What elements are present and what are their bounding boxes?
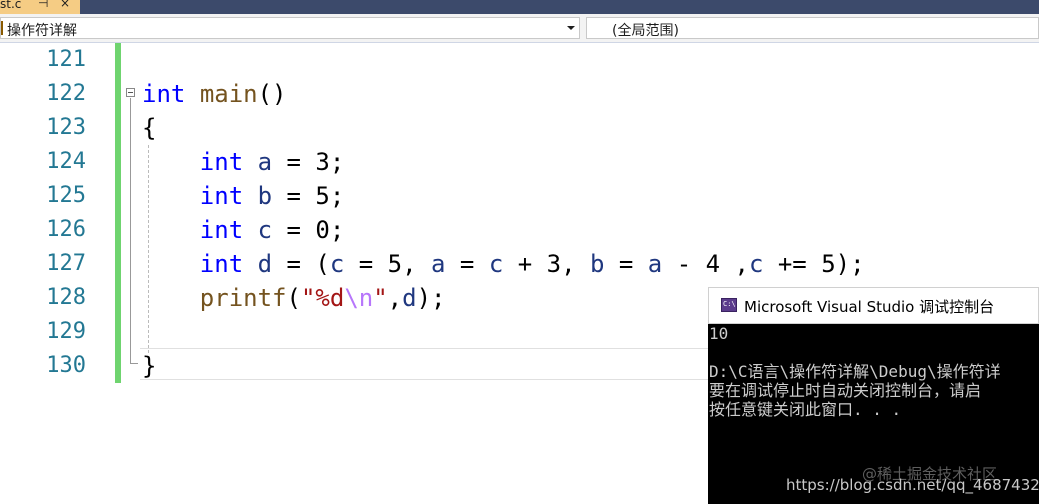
line-number: 128 xyxy=(46,285,86,310)
chevron-down-icon[interactable] xyxy=(567,26,575,30)
project-dropdown[interactable]: 操作符详解 xyxy=(0,17,580,39)
keyword: int xyxy=(199,148,244,176)
fold-guide xyxy=(130,98,131,363)
console-line: 10 xyxy=(709,324,729,343)
string-literal: " xyxy=(373,284,388,312)
variable: d xyxy=(257,250,273,278)
keyword: int xyxy=(199,250,244,278)
code-line-122[interactable]: int main() xyxy=(142,77,287,111)
variable: a xyxy=(647,250,663,278)
console-output: 10 D:\C语言\操作符详解\Debug\操作符详 要在调试停止时自动关闭控制台… xyxy=(709,324,1039,419)
code-text: () xyxy=(257,80,287,108)
keyword: int xyxy=(199,216,244,244)
string-literal: "%d xyxy=(300,284,345,312)
code-text: { xyxy=(142,114,157,142)
console-titlebar[interactable]: Microsoft Visual Studio 调试控制台 xyxy=(708,287,1039,324)
code-line-125[interactable]: int b = 5; xyxy=(142,179,345,213)
code-text: = 5; xyxy=(272,182,345,210)
change-tracking-bar xyxy=(115,43,121,383)
code-text: = xyxy=(445,250,489,278)
function-name: main xyxy=(199,80,258,108)
console-title: Microsoft Visual Studio 调试控制台 xyxy=(744,298,995,316)
code-text: ); xyxy=(416,284,446,312)
variable: c xyxy=(488,250,504,278)
scope-dropdown[interactable]: (全局范围) xyxy=(586,17,1039,39)
pin-icon[interactable]: ⊣ xyxy=(38,0,48,9)
line-number: 129 xyxy=(46,319,86,344)
line-number: 121 xyxy=(46,47,86,72)
code-text: - 4 , xyxy=(662,250,749,278)
keyword: int xyxy=(142,80,186,108)
variable: a xyxy=(257,148,273,176)
keyword: int xyxy=(199,182,244,210)
code-line-123[interactable]: { xyxy=(142,111,156,145)
code-line-126[interactable]: int c = 0; xyxy=(142,213,345,247)
fold-guide-end xyxy=(130,363,138,364)
variable: a xyxy=(431,250,446,278)
line-number: 130 xyxy=(46,353,86,378)
code-text: = 3; xyxy=(272,148,345,176)
collapse-icon[interactable] xyxy=(126,88,135,97)
project-name: 操作符详解 xyxy=(7,23,77,39)
console-line: D:\C语言\操作符详解\Debug\操作符详 xyxy=(709,362,1001,381)
line-number: 124 xyxy=(46,149,86,174)
variable: d xyxy=(402,284,417,312)
watermark-url: https://blog.csdn.net/qq_46874327 xyxy=(786,476,1039,494)
navigation-bar: 操作符详解 (全局范围) xyxy=(0,14,1039,43)
line-number: 125 xyxy=(46,183,86,208)
line-number: 122 xyxy=(46,81,86,106)
code-text: ( xyxy=(286,284,301,312)
code-text: , xyxy=(387,284,403,312)
variable: c xyxy=(329,250,345,278)
variable: b xyxy=(589,250,605,278)
line-number: 126 xyxy=(46,217,86,242)
tab-title: st.c xyxy=(0,0,22,11)
code-line-128[interactable]: printf("%d\n",d); xyxy=(142,281,446,315)
console-app-icon xyxy=(721,298,737,312)
code-text: = 0; xyxy=(272,216,345,244)
code-text: = 5, xyxy=(344,250,432,278)
escape-sequence: \n xyxy=(344,284,374,312)
function-name: printf xyxy=(199,284,287,312)
line-number: 123 xyxy=(46,115,86,140)
code-text: } xyxy=(142,352,157,380)
code-text: + 3, xyxy=(503,250,590,278)
code-text: += 5); xyxy=(763,250,865,278)
console-line: 按任意键关闭此窗口. . . xyxy=(709,400,902,419)
line-number: 127 xyxy=(46,251,86,276)
document-tab[interactable]: st.c ⊣ × xyxy=(0,0,80,14)
variable: c xyxy=(748,250,764,278)
variable: b xyxy=(257,182,273,210)
document-tab-strip: st.c ⊣ × xyxy=(0,0,1039,14)
code-text: = ( xyxy=(272,250,330,278)
scope-label: (全局范围) xyxy=(612,23,679,39)
code-line-124[interactable]: int a = 3; xyxy=(142,145,345,179)
variable: c xyxy=(257,216,273,244)
code-line-130[interactable]: } xyxy=(142,349,156,383)
code-text: = xyxy=(604,250,648,278)
close-icon[interactable]: × xyxy=(60,0,70,9)
console-line: 要在调试停止时自动关闭控制台，请启 xyxy=(709,381,982,400)
project-icon xyxy=(1,21,3,35)
code-line-127[interactable]: int d = (c = 5, a = c + 3, b = a - 4 ,c … xyxy=(142,247,865,281)
